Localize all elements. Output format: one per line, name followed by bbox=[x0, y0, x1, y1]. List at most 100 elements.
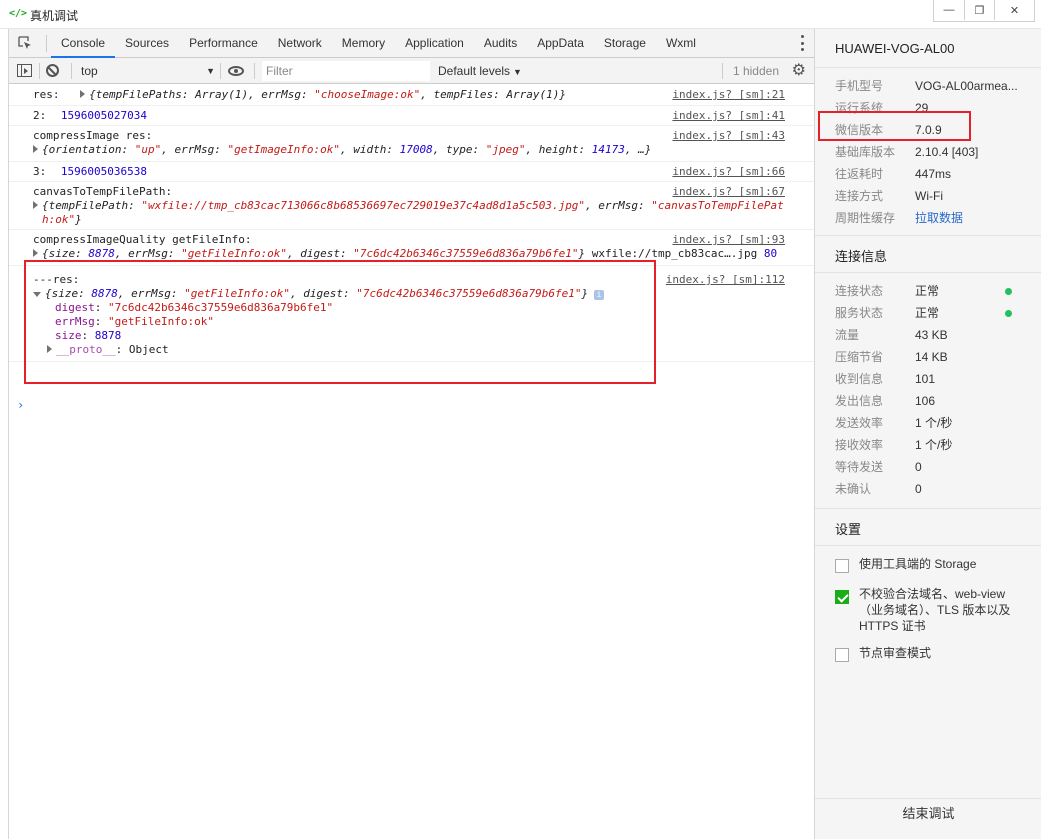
restore-button[interactable]: ❐ bbox=[964, 0, 994, 20]
tab-performance[interactable]: Performance bbox=[179, 29, 268, 58]
object-preview[interactable]: {tempFilePaths: Array(1), errMsg: "choos… bbox=[89, 88, 566, 101]
conn-row: 服务状态 正常 bbox=[835, 306, 940, 320]
source-link[interactable]: index.js? [sm]:41 bbox=[672, 109, 785, 123]
divider bbox=[815, 67, 1041, 68]
info-row: 往返耗时 447ms bbox=[835, 167, 952, 181]
storage-checkbox[interactable] bbox=[835, 559, 849, 573]
info-icon[interactable]: i bbox=[594, 290, 605, 300]
conn-row: 发出信息 106 bbox=[835, 394, 936, 408]
inspect-element-icon[interactable] bbox=[18, 36, 32, 50]
context-select[interactable]: top ▼ bbox=[77, 61, 215, 81]
collapse-triangle-icon[interactable] bbox=[33, 292, 41, 297]
title-bar: </> 真机调试 — ❐ ✕ bbox=[0, 0, 1041, 29]
settings-section-title: 设置 bbox=[835, 522, 862, 537]
source-link[interactable]: index.js? [sm]:43 bbox=[672, 129, 785, 143]
devtools-pane: Console Sources Performance Network Memo… bbox=[8, 29, 815, 839]
tab-storage[interactable]: Storage bbox=[594, 29, 656, 58]
conn-row: 收到信息 101 bbox=[835, 372, 936, 386]
window-controls: — ❐ ✕ bbox=[933, 0, 1035, 22]
object-property: size: 8878 bbox=[55, 329, 122, 342]
end-debug-button[interactable]: 结束调试 bbox=[815, 798, 1041, 839]
source-link[interactable]: index.js? [sm]:21 bbox=[672, 88, 785, 102]
object-preview-row[interactable]: {tempFilePath: "wxfile://tmp_cb83cac7130… bbox=[9, 199, 815, 213]
divider bbox=[815, 545, 1041, 546]
divider bbox=[815, 508, 1041, 509]
expand-triangle-icon[interactable] bbox=[47, 345, 52, 353]
message-value: 1596005027034 bbox=[60, 109, 147, 122]
object-property-proto[interactable]: __proto__: Object bbox=[33, 343, 815, 357]
object-preview-wrap: h:ok"} bbox=[42, 213, 82, 226]
node-inspect-checkbox[interactable] bbox=[835, 648, 849, 662]
code-icon: </> bbox=[9, 8, 28, 19]
source-link[interactable]: index.js? [sm]:67 bbox=[672, 185, 785, 199]
toolbar-divider bbox=[220, 63, 221, 79]
object-preview-row[interactable]: {size: 8878, errMsg: "getFileInfo:ok", d… bbox=[9, 287, 815, 301]
live-expression-eye-icon[interactable] bbox=[228, 66, 244, 76]
fetch-data-link[interactable]: 拉取数据 bbox=[915, 211, 963, 225]
storage-checkbox-label[interactable]: 使用工具端的 Storage bbox=[859, 556, 1019, 572]
source-link[interactable]: index.js? [sm]:93 bbox=[672, 233, 785, 247]
info-row: 运行系统 29 bbox=[835, 101, 929, 115]
toolbar-divider bbox=[71, 63, 72, 79]
expand-triangle-icon[interactable] bbox=[33, 145, 38, 153]
skip-domain-check-checkbox[interactable] bbox=[835, 590, 849, 604]
message-value: 1596005036538 bbox=[60, 165, 147, 178]
more-options-icon[interactable] bbox=[801, 35, 805, 51]
console-message: 2: 1596005027034 index.js? [sm]:41 bbox=[9, 106, 815, 126]
filter-input[interactable] bbox=[262, 61, 430, 81]
hidden-messages-count: 1 hidden bbox=[732, 64, 779, 78]
status-ok-dot bbox=[1005, 288, 1012, 295]
tab-network[interactable]: Network bbox=[268, 29, 332, 58]
info-row: 连接方式 Wi-Fi bbox=[835, 189, 943, 203]
dropdown-arrow-icon: ▼ bbox=[513, 67, 522, 77]
tab-console[interactable]: Console bbox=[51, 29, 116, 58]
tab-sources[interactable]: Sources bbox=[115, 29, 179, 58]
object-preview-row[interactable]: {orientation: "up", errMsg: "getImageInf… bbox=[9, 143, 815, 157]
object-preview-row[interactable]: {size: 8878, errMsg: "getFileInfo:ok", d… bbox=[9, 247, 815, 261]
console-output: res: {tempFilePaths: Array(1), errMsg: "… bbox=[9, 85, 815, 839]
window-title: 真机调试 bbox=[30, 9, 79, 23]
log-levels-label: Default levels bbox=[438, 64, 511, 78]
tab-memory[interactable]: Memory bbox=[332, 29, 395, 58]
toolbar-divider bbox=[39, 63, 40, 79]
conn-row: 连接状态 正常 bbox=[835, 284, 940, 298]
info-row: 手机型号 VOG-AL00armea... bbox=[835, 79, 1018, 93]
console-message: compressImageQuality getFileInfo: {size:… bbox=[9, 230, 815, 266]
source-link[interactable]: index.js? [sm]:66 bbox=[672, 165, 785, 179]
devtools-tab-bar: Console Sources Performance Network Memo… bbox=[9, 29, 815, 58]
message-label: 2: bbox=[33, 109, 47, 122]
console-prompt[interactable]: › bbox=[17, 398, 24, 412]
object-property: digest: "7c6dc42b6346c37559e6d836a79b6fe… bbox=[55, 301, 334, 314]
console-message: res: {tempFilePaths: Array(1), errMsg: "… bbox=[9, 85, 815, 106]
expand-triangle-icon[interactable] bbox=[33, 249, 38, 257]
gear-icon[interactable]: ⚙ bbox=[792, 62, 806, 80]
console-message: 3: 1596005036538 index.js? [sm]:66 bbox=[9, 162, 815, 182]
tab-audits[interactable]: Audits bbox=[474, 29, 527, 58]
dropdown-arrow-icon: ▼ bbox=[206, 66, 215, 76]
show-sidebar-icon[interactable] bbox=[17, 64, 32, 77]
close-button[interactable]: ✕ bbox=[994, 0, 1034, 20]
clear-console-icon[interactable] bbox=[46, 64, 59, 77]
context-value: top bbox=[81, 64, 98, 78]
conn-row: 未确认 0 bbox=[835, 482, 922, 496]
tab-divider bbox=[46, 35, 47, 52]
object-property: errMsg: "getFileInfo:ok" bbox=[55, 315, 214, 328]
device-info-panel: HUAWEI-VOG-AL00 手机型号 VOG-AL00armea... 运行系… bbox=[814, 29, 1041, 839]
tab-application[interactable]: Application bbox=[395, 29, 474, 58]
message-label: 3: bbox=[33, 165, 47, 178]
console-message-expanded: ---res: {size: 8878, errMsg: "getFileInf… bbox=[9, 266, 815, 362]
log-levels-dropdown[interactable]: Default levels ▼ bbox=[438, 61, 522, 81]
skip-domain-check-label[interactable]: 不校验合法域名、web-view（业务域名）、TLS 版本以及 HTTPS 证书 bbox=[859, 586, 1019, 634]
tab-wxml[interactable]: Wxml bbox=[656, 29, 706, 58]
conn-row: 接收效率 1 个/秒 bbox=[835, 438, 953, 452]
conn-row: 发送效率 1 个/秒 bbox=[835, 416, 953, 430]
node-inspect-label[interactable]: 节点审查模式 bbox=[859, 645, 1019, 661]
info-row: 基础库版本 2.10.4 [403] bbox=[835, 145, 979, 159]
info-row: 微信版本 7.0.9 bbox=[835, 123, 942, 137]
source-link[interactable]: index.js? [sm]:112 bbox=[666, 273, 785, 287]
expand-triangle-icon[interactable] bbox=[33, 201, 38, 209]
minimize-button[interactable]: — bbox=[934, 0, 964, 20]
tab-appdata[interactable]: AppData bbox=[527, 29, 594, 58]
connection-section-title: 连接信息 bbox=[835, 249, 888, 264]
expand-triangle-icon[interactable] bbox=[80, 90, 86, 98]
